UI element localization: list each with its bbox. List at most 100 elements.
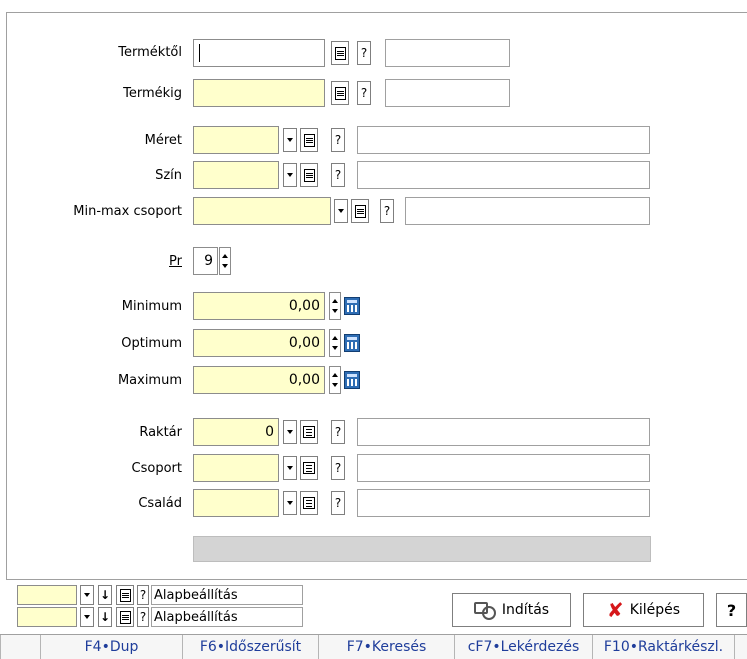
raktar-dropdown-button[interactable] <box>283 420 297 444</box>
chevron-down-icon <box>287 430 293 434</box>
close-icon: ✘ <box>606 598 624 622</box>
csoport-dropdown-button[interactable] <box>283 456 297 480</box>
csoport-help-button[interactable]: ? <box>331 456 345 480</box>
csalad-label: Család <box>138 496 182 511</box>
termektol-input[interactable] <box>193 39 325 67</box>
settings-1-doc-button[interactable] <box>116 585 134 605</box>
csoport-list-button[interactable] <box>300 456 318 480</box>
chevron-down-icon <box>84 615 90 619</box>
spin-up-icon <box>222 254 228 258</box>
fkey-f7[interactable]: F7•Keresés <box>318 635 454 659</box>
pr-spinner[interactable] <box>219 247 231 275</box>
maximum-input[interactable]: 0,00 <box>193 366 325 394</box>
settings-1-dropdown-button[interactable] <box>80 585 94 605</box>
text-caret <box>199 44 200 62</box>
spin-up-icon <box>332 373 338 377</box>
exit-button[interactable]: ✘ Kilépés <box>583 593 704 627</box>
optimum-spinner[interactable] <box>329 329 341 357</box>
termektol-help-button[interactable]: ? <box>357 41 371 65</box>
raktar-help-button[interactable]: ? <box>331 420 345 444</box>
document-icon <box>334 86 346 100</box>
meret-lookup-button[interactable] <box>300 128 318 152</box>
csalad-list-button[interactable] <box>300 491 318 515</box>
meret-description <box>357 126 650 154</box>
raktar-input[interactable]: 0 <box>193 418 279 446</box>
minimum-calculator-icon[interactable] <box>344 297 360 315</box>
bottom-toolbar: ↓ ? Alapbeállítás ↓ ? Alapbeállítás Indí… <box>0 580 747 630</box>
help-button[interactable]: ? <box>716 593 747 627</box>
meret-input[interactable] <box>193 126 279 154</box>
fkey-cf7[interactable]: cF7•Lekérdezés <box>454 635 592 659</box>
termekig-lookup-button[interactable] <box>331 81 349 105</box>
csalad-description <box>357 489 650 517</box>
szin-label: Szín <box>155 168 182 183</box>
settings-2-help-button[interactable]: ? <box>137 607 149 627</box>
settings-1-download-button[interactable]: ↓ <box>98 585 112 605</box>
spin-down-icon <box>332 309 338 313</box>
run-icon <box>473 600 496 620</box>
csoport-label: Csoport <box>131 461 182 476</box>
minimum-label: Minimum <box>121 299 182 314</box>
optimum-label: Optimum <box>121 336 182 351</box>
maximum-spinner[interactable] <box>329 366 341 394</box>
termekig-input[interactable] <box>193 79 325 107</box>
fkey-f10[interactable]: F10•Raktárkészl. <box>592 635 734 659</box>
szin-dropdown-button[interactable] <box>283 163 297 187</box>
start-button-label: Indítás <box>501 602 550 618</box>
pr-input[interactable]: 9 <box>193 247 218 275</box>
csalad-help-button[interactable]: ? <box>331 491 345 515</box>
optimum-calculator-icon[interactable] <box>344 334 360 352</box>
fkey-overflow <box>734 635 747 659</box>
spin-down-icon <box>332 383 338 387</box>
minimum-spinner[interactable] <box>329 292 341 320</box>
spin-up-icon <box>332 336 338 340</box>
minmax-input[interactable] <box>193 197 331 225</box>
meret-dropdown-button[interactable] <box>283 128 297 152</box>
szin-help-button[interactable]: ? <box>331 163 345 187</box>
settings-1-input[interactable] <box>17 585 77 605</box>
document-icon <box>303 168 315 182</box>
szin-description <box>357 161 650 189</box>
chevron-down-icon <box>287 138 293 142</box>
chevron-down-icon <box>84 593 90 597</box>
optimum-input[interactable]: 0,00 <box>193 329 325 357</box>
settings-1-help-button[interactable]: ? <box>137 585 149 605</box>
fkey-f6[interactable]: F6•Időszerűsít <box>182 635 318 659</box>
termekig-label: Termékig <box>123 86 182 101</box>
fkey-spacer <box>0 635 40 659</box>
meret-label: Méret <box>144 133 182 148</box>
settings-2-dropdown-button[interactable] <box>80 607 94 627</box>
szin-lookup-button[interactable] <box>300 163 318 187</box>
minmax-lookup-button[interactable] <box>351 199 369 223</box>
minimum-input[interactable]: 0,00 <box>193 292 325 320</box>
csoport-input[interactable] <box>193 454 279 482</box>
termektol-description <box>385 39 510 67</box>
settings-2-input[interactable] <box>17 607 77 627</box>
settings-2-label: Alapbeállítás <box>151 607 303 627</box>
maximum-label: Maximum <box>117 373 182 388</box>
chevron-down-icon <box>338 209 344 213</box>
szin-input[interactable] <box>193 161 279 189</box>
termekig-help-button[interactable]: ? <box>357 81 371 105</box>
minmax-label: Min-max csoport <box>73 204 182 219</box>
raktar-list-button[interactable] <box>300 420 318 444</box>
meret-help-button[interactable]: ? <box>331 128 345 152</box>
chevron-down-icon <box>287 501 293 505</box>
document-icon <box>119 588 131 602</box>
start-button[interactable]: Indítás <box>452 593 571 627</box>
maximum-calculator-icon[interactable] <box>344 371 360 389</box>
raktar-description <box>357 418 650 446</box>
settings-2-doc-button[interactable] <box>116 607 134 627</box>
document-icon <box>303 133 315 147</box>
csalad-dropdown-button[interactable] <box>283 491 297 515</box>
csalad-input[interactable] <box>193 489 279 517</box>
arrow-down-icon: ↓ <box>99 610 111 624</box>
list-icon <box>303 462 315 474</box>
minmax-help-button[interactable]: ? <box>380 199 394 223</box>
minmax-dropdown-button[interactable] <box>334 199 348 223</box>
spin-up-icon <box>332 299 338 303</box>
termektol-label: Terméktől <box>118 45 182 60</box>
settings-2-download-button[interactable]: ↓ <box>98 607 112 627</box>
fkey-f4[interactable]: F4•Dup <box>40 635 182 659</box>
termektol-lookup-button[interactable] <box>331 41 349 65</box>
